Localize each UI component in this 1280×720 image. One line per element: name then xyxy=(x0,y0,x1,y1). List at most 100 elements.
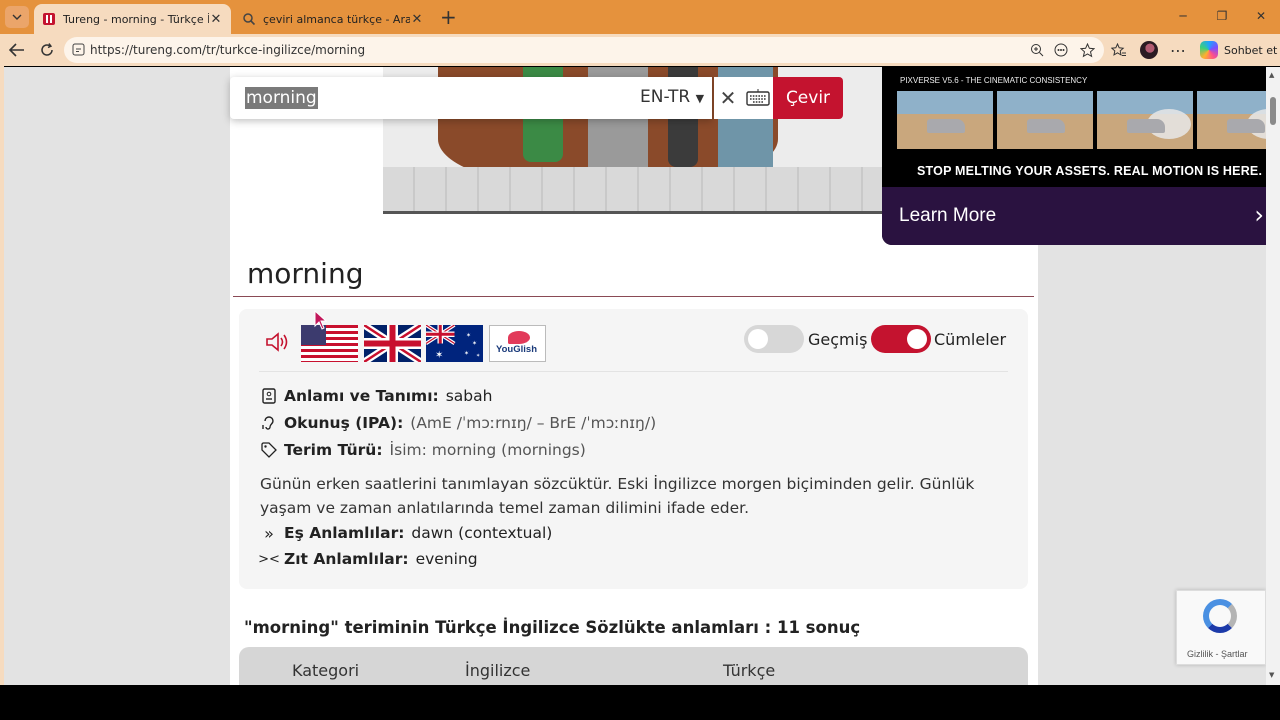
language-label: EN-TR xyxy=(640,87,691,107)
speaker-button[interactable] xyxy=(265,331,291,357)
copilot-label: Sohbet et xyxy=(1224,43,1278,57)
tab-title: çeviri almanca türkçe - Arama xyxy=(263,12,410,26)
search-box[interactable]: morning EN-TR ▼ xyxy=(230,77,712,119)
youglish-button[interactable]: YouGlish xyxy=(489,325,546,362)
site-info-icon[interactable] xyxy=(72,43,85,56)
svg-text:✶: ✶ xyxy=(435,350,443,361)
new-tab-button[interactable]: + xyxy=(440,7,457,27)
page-scrollbar[interactable]: ▲ ▼ xyxy=(1266,67,1280,685)
minimize-button[interactable]: ─ xyxy=(1168,6,1198,26)
youglish-logo xyxy=(508,331,530,344)
recaptcha-badge[interactable]: Gizlilik - Şartlar xyxy=(1176,590,1266,665)
uk-flag-button[interactable] xyxy=(364,325,421,362)
synonyms-row: » Eş Anlamlılar: dawn (contextual) xyxy=(260,523,553,543)
page-viewport: morning EN-TR ▼ ✕ Çevir PIXVERSE V5.6 - … xyxy=(4,67,1266,685)
ad-cta-button[interactable]: Learn More › xyxy=(882,187,1266,245)
divider xyxy=(233,296,1034,297)
tab-actions-button[interactable] xyxy=(5,6,29,28)
more-menu-icon[interactable]: ⋯ xyxy=(1168,40,1188,60)
youglish-label: YouGlish xyxy=(496,344,537,355)
close-icon: ✕ xyxy=(719,86,737,110)
zoom-icon[interactable] xyxy=(1028,42,1046,58)
language-select[interactable]: EN-TR ▼ xyxy=(640,87,704,107)
meaning-value: sabah xyxy=(445,387,493,405)
scrollbar-thumb[interactable] xyxy=(1270,97,1276,125)
svg-text:✶: ✶ xyxy=(466,332,471,339)
keyboard-icon xyxy=(746,89,770,106)
ipa-label: Okunuş (IPA): xyxy=(284,414,404,432)
ad-tagline: STOP MELTING YOUR ASSETS. REAL MOTION IS… xyxy=(917,164,1263,178)
sentences-toggle-label: Cümleler xyxy=(934,330,1007,349)
term-type-label: Terim Türü: xyxy=(284,441,383,459)
speaker-icon xyxy=(266,332,288,352)
ad-small-text: PIXVERSE V5.6 - THE CINEMATIC CONSISTENC… xyxy=(900,76,1088,85)
address-bar[interactable]: https://tureng.com/tr/turkce-ingilizce/m… xyxy=(64,37,1104,63)
chevron-down-icon xyxy=(12,14,22,20)
us-flag-button[interactable] xyxy=(301,325,358,362)
definition-text: Günün erken saatlerini tanımlayan sözcük… xyxy=(260,475,975,517)
translate-button[interactable]: Çevir xyxy=(773,77,843,119)
history-toggle-label: Geçmiş xyxy=(808,330,868,349)
scroll-up-icon[interactable]: ▲ xyxy=(1269,71,1274,79)
favorites-icon[interactable] xyxy=(1109,40,1129,60)
au-flag-button[interactable]: ✶ ✶ ✶ ✶ ✶ xyxy=(426,325,483,362)
screen-bottom-bar xyxy=(0,685,1280,720)
history-toggle[interactable] xyxy=(744,325,804,353)
tab-title: Tureng - morning - Türkçe İngilizce Sözl… xyxy=(63,12,209,26)
definition-card: ✶ ✶ ✶ ✶ ✶ YouGlish Geçmiş Cümleler Anlamı ve… xyxy=(239,309,1028,589)
close-window-button[interactable]: ✕ xyxy=(1246,6,1276,26)
profile-avatar[interactable] xyxy=(1140,41,1158,59)
browser-toolbar: https://tureng.com/tr/turkce-ingilizce/m… xyxy=(0,34,1280,66)
svg-text:✶: ✶ xyxy=(464,350,469,357)
synonyms-value: dawn (contextual) xyxy=(411,524,553,542)
column-header[interactable]: Türkçe xyxy=(723,661,775,680)
results-table-header: Kategori İngilizce Türkçe xyxy=(239,647,1028,685)
virtual-keyboard-button[interactable] xyxy=(742,77,774,119)
mouse-cursor-icon xyxy=(314,310,328,330)
sentences-toggle[interactable] xyxy=(871,325,931,353)
back-button[interactable] xyxy=(6,40,28,60)
meaning-label: Anlamı ve Tanımı: xyxy=(284,387,439,405)
column-header[interactable]: İngilizce xyxy=(465,661,530,680)
opposite-arrows-icon: >< xyxy=(258,551,280,567)
search-icon xyxy=(243,13,256,26)
svg-text:✶: ✶ xyxy=(472,340,477,347)
tab-tureng[interactable]: Tureng - morning - Türkçe İngilizce Sözl… xyxy=(34,4,231,34)
close-tab-icon[interactable]: ✕ xyxy=(209,12,223,27)
ipa-row: Okunuş (IPA): (AmE /ˈmɔːrnɪŋ/ – BrE /ˈmɔ… xyxy=(260,414,656,432)
close-tab-icon[interactable]: ✕ xyxy=(410,12,424,27)
term-type-value: İsim: morning (mornings) xyxy=(389,441,586,459)
tab-search[interactable]: çeviri almanca türkçe - Arama ✕ xyxy=(234,4,432,34)
recaptcha-text[interactable]: Gizlilik - Şartlar xyxy=(1187,649,1248,659)
ipa-value: (AmE /ˈmɔːrnɪŋ/ – BrE /ˈmɔːnɪŋ/) xyxy=(410,414,657,432)
synonyms-label: Eş Anlamlılar: xyxy=(284,524,405,542)
restore-button[interactable]: ❐ xyxy=(1207,6,1237,26)
advertisement[interactable]: PIXVERSE V5.6 - THE CINEMATIC CONSISTENC… xyxy=(882,67,1266,245)
results-heading: "morning" teriminin Türkçe İngilizce Söz… xyxy=(244,618,861,637)
ear-icon xyxy=(260,414,278,432)
antonyms-value: evening xyxy=(415,550,478,568)
chevron-right-icon: › xyxy=(1254,201,1264,229)
term-type-row: Terim Türü: İsim: morning (mornings) xyxy=(260,441,586,459)
reload-icon xyxy=(41,43,53,56)
ad-frames xyxy=(897,91,1266,149)
reload-button[interactable] xyxy=(36,40,58,60)
antonyms-row: >< Zıt Anlamlılar: evening xyxy=(258,550,478,568)
caret-down-icon: ▼ xyxy=(695,92,705,105)
tag-icon xyxy=(260,441,278,459)
recaptcha-icon xyxy=(1203,599,1237,633)
column-header[interactable]: Kategori xyxy=(292,661,359,680)
divider xyxy=(259,371,1008,372)
tureng-icon xyxy=(43,13,55,25)
read-aloud-icon[interactable] xyxy=(1052,42,1070,58)
back-arrow-icon xyxy=(9,43,24,57)
search-input[interactable]: morning xyxy=(245,87,318,109)
url-text: https://tureng.com/tr/turkce-ingilizce/m… xyxy=(90,43,366,57)
copilot-button[interactable]: Sohbet et xyxy=(1200,41,1277,59)
browser-titlebar: Tureng - morning - Türkçe İngilizce Sözl… xyxy=(0,0,1280,34)
double-chevron-right-icon: » xyxy=(264,523,274,543)
copilot-icon xyxy=(1200,41,1218,59)
clear-search-button[interactable]: ✕ xyxy=(714,77,742,119)
favorite-star-icon[interactable] xyxy=(1078,42,1096,58)
scroll-down-icon[interactable]: ▼ xyxy=(1269,671,1274,679)
